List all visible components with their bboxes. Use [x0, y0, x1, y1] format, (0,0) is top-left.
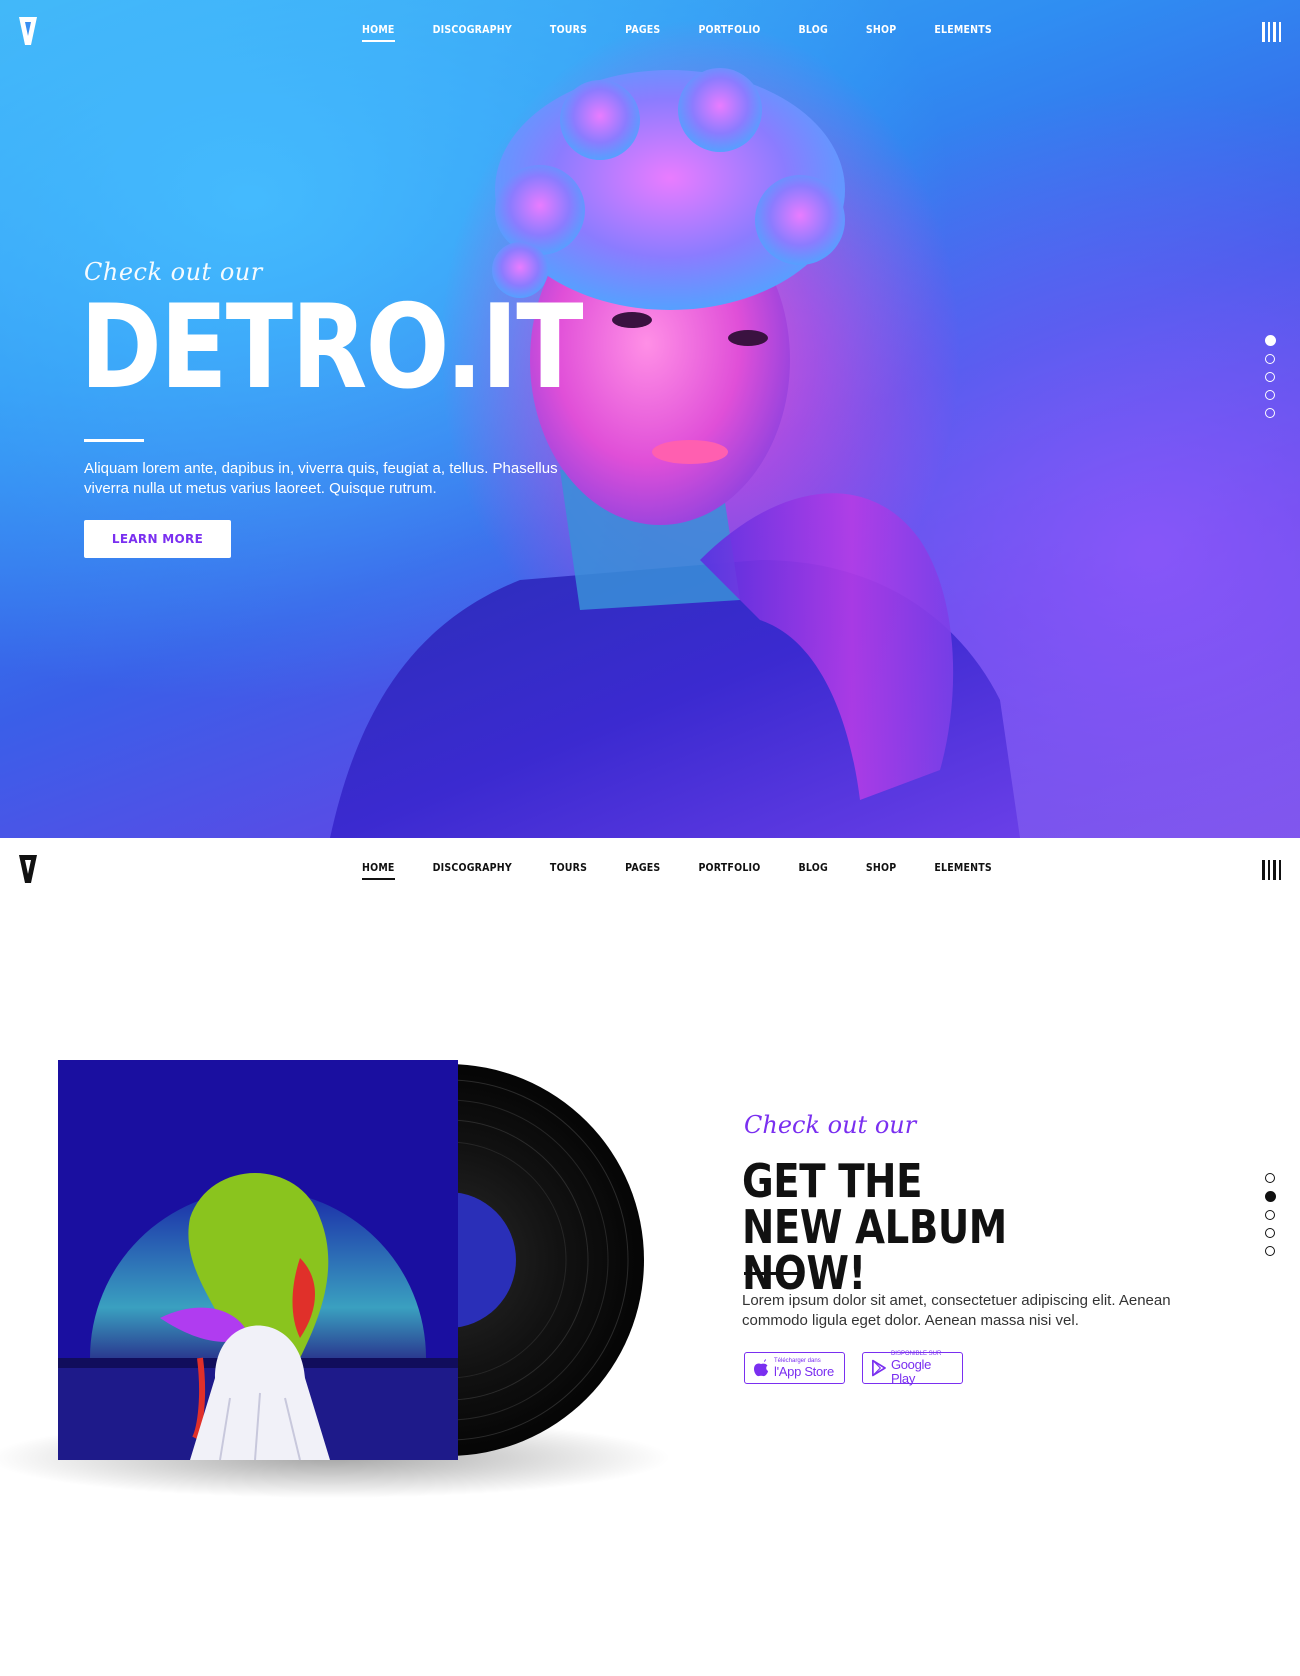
- album-section: HOME DISCOGRAPHY TOURS PAGES PORTFOLIO B…: [0, 838, 1300, 1676]
- app-store-button[interactable]: Télécharger dans l'App Store: [744, 1352, 845, 1384]
- nav-item-shop[interactable]: SHOP: [866, 862, 896, 878]
- apple-icon: [754, 1359, 768, 1377]
- album-script-text: Check out our: [744, 1111, 917, 1139]
- slide-dot-3[interactable]: [1265, 1210, 1275, 1220]
- slide-dot-4[interactable]: [1265, 390, 1275, 400]
- nav-item-blog[interactable]: BLOG: [798, 24, 827, 40]
- hero-portrait-image: [330, 68, 1020, 838]
- nav-item-portfolio[interactable]: PORTFOLIO: [698, 24, 760, 40]
- album-title-line-2: NEW ALBUM NOW!: [742, 1200, 1007, 1300]
- learn-more-button[interactable]: LEARN MORE: [84, 520, 231, 558]
- main-menu: HOME DISCOGRAPHY TOURS PAGES PORTFOLIO B…: [362, 24, 992, 42]
- bars-menu-icon[interactable]: [1262, 22, 1282, 42]
- app-store-big-text: l'App Store: [774, 1363, 834, 1379]
- slide-dot-5[interactable]: [1265, 1246, 1275, 1256]
- hero-slide-dots: [1265, 335, 1276, 418]
- album-cover-image: [0, 1060, 670, 1498]
- album-slide-dots: [1265, 1173, 1276, 1256]
- slide-dot-3[interactable]: [1265, 372, 1275, 382]
- nav-item-discography[interactable]: DISCOGRAPHY: [433, 24, 512, 40]
- nav-item-pages[interactable]: PAGES: [625, 24, 660, 40]
- nav-item-portfolio[interactable]: PORTFOLIO: [698, 862, 760, 878]
- hero-section: HOME DISCOGRAPHY TOURS PAGES PORTFOLIO B…: [0, 0, 1300, 838]
- album-title-line-1: GET THE: [742, 1154, 923, 1208]
- slide-dot-5[interactable]: [1265, 408, 1275, 418]
- nav-item-elements[interactable]: ELEMENTS: [934, 862, 992, 878]
- hero-top-nav: HOME DISCOGRAPHY TOURS PAGES PORTFOLIO B…: [0, 0, 1300, 64]
- hero-divider: [84, 439, 144, 442]
- slide-dot-1[interactable]: [1265, 1173, 1275, 1183]
- nav-item-tours[interactable]: TOURS: [550, 24, 587, 40]
- album-description: Lorem ipsum dolor sit amet, consectetuer…: [742, 1292, 1171, 1329]
- google-play-big-text: Google Play: [890, 1356, 932, 1386]
- hero-description: Aliquam lorem ante, dapibus in, viverra …: [84, 460, 558, 497]
- google-play-button[interactable]: DISPONIBLE SUR Google Play: [862, 1351, 963, 1386]
- nav-item-home[interactable]: HOME: [362, 24, 395, 42]
- album-divider: [744, 1272, 804, 1275]
- slide-dot-2[interactable]: [1265, 1191, 1276, 1202]
- bars-menu-icon[interactable]: [1262, 860, 1282, 880]
- play-store-icon: [872, 1359, 886, 1377]
- album-title: GET THE NEW ALBUM NOW!: [742, 1158, 1128, 1296]
- v-logo-icon[interactable]: [18, 16, 38, 46]
- slide-dot-1[interactable]: [1265, 335, 1276, 346]
- slide-dot-4[interactable]: [1265, 1228, 1275, 1238]
- nav-item-shop[interactable]: SHOP: [866, 24, 896, 40]
- hero-title: DETRO.IT: [80, 280, 584, 415]
- nav-item-blog[interactable]: BLOG: [798, 862, 827, 878]
- nav-item-elements[interactable]: ELEMENTS: [934, 24, 992, 40]
- slide-dot-2[interactable]: [1265, 354, 1275, 364]
